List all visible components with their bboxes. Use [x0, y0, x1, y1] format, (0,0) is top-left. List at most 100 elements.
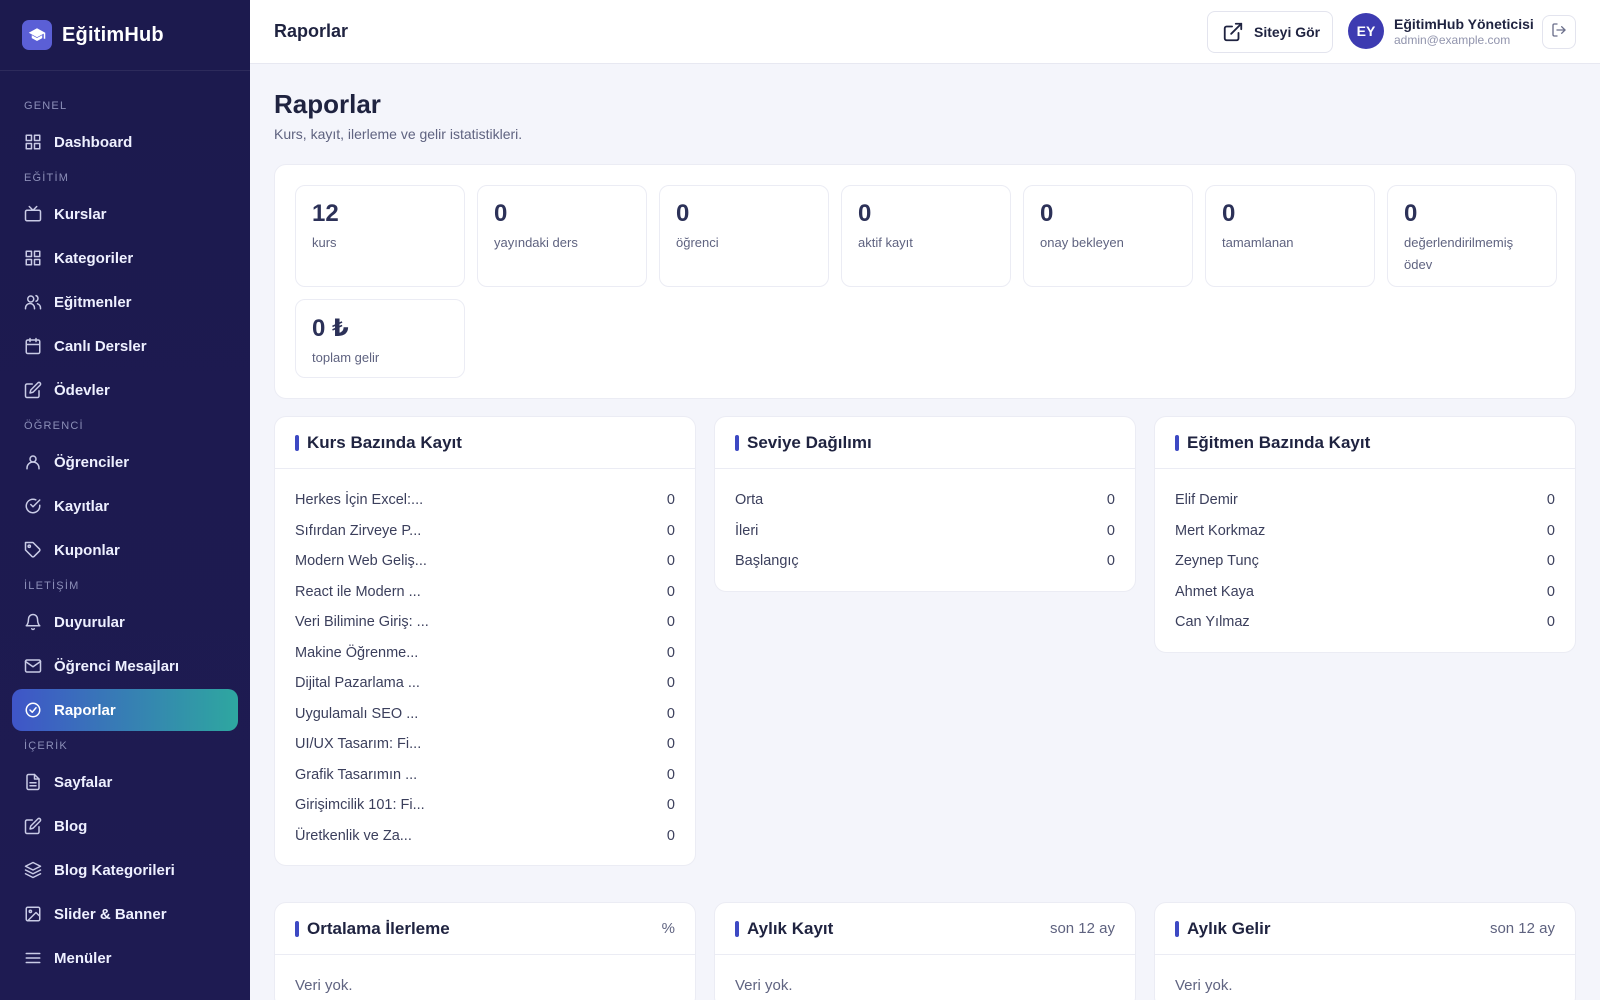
list-item-value: 0: [666, 644, 675, 661]
sidebar-item-sayfalar[interactable]: Sayfalar: [12, 761, 238, 803]
user-name: EğitimHub Yöneticisi: [1394, 16, 1534, 32]
panel-header: Aylık Gelir son 12 ay: [1155, 903, 1575, 955]
sidebar-item-menüler[interactable]: Menüler: [12, 937, 238, 979]
panel-header: Ortalama İlerleme %: [275, 903, 695, 955]
stat-card: 0 onay bekleyen: [1023, 185, 1193, 287]
stat-label: tamamlanan: [1222, 235, 1294, 250]
list-item-name: Modern Web Geliş...: [295, 553, 427, 570]
stat-value: 0 ₺: [312, 315, 349, 342]
sidebar-item-label: Ödevler: [54, 381, 110, 399]
nav-group-label: İLETİŞİM: [24, 580, 80, 592]
list-item-value: 0: [666, 705, 675, 722]
list-item-name: Sıfırdan Zirveye P...: [295, 522, 422, 539]
stat-value: 0: [494, 200, 508, 227]
tv-icon: [24, 205, 42, 223]
sidebar-item-blog-kategorileri[interactable]: Blog Kategorileri: [12, 849, 238, 891]
sidebar-item-blog[interactable]: Blog: [12, 805, 238, 847]
sidebar-item-label: Dashboard: [54, 133, 133, 151]
course-enrollment-panel: Kurs Bazında Kayıt Herkes İçin Excel:...…: [274, 416, 696, 866]
list-item-value: 0: [666, 553, 675, 570]
sidebar-item-kuponlar[interactable]: Kuponlar: [12, 529, 238, 571]
sidebar-item-label: Kayıtlar: [54, 497, 110, 515]
sidebar-item-canlı-dersler[interactable]: Canlı Dersler: [12, 325, 238, 367]
accent-bar: [1175, 434, 1179, 451]
sidebar-item-ödevler[interactable]: Ödevler: [12, 369, 238, 411]
stat-value: 0: [676, 200, 690, 227]
tag-icon: [24, 541, 42, 559]
view-site-button[interactable]: Siteyi Gör: [1207, 11, 1333, 53]
stat-value: 0: [1040, 200, 1054, 227]
sidebar-item-eğitmenler[interactable]: Eğitmenler: [12, 281, 238, 323]
list-item-name: Üretkenlik ve Za...: [295, 827, 412, 844]
list-item: Girişimcilik 101: Fi... 0: [295, 790, 675, 821]
list-item: Can Yılmaz 0: [1175, 607, 1555, 638]
stat-label: yayındaki ders: [494, 235, 578, 250]
instructor-enrollment-panel: Eğitmen Bazında Kayıt Elif Demir 0 Mert Ko…: [1154, 416, 1576, 653]
panel-body: Herkes İçin Excel:... 0 Sıfırdan Zirveye P…: [275, 469, 695, 865]
sidebar-item-dashboard[interactable]: Dashboard: [12, 121, 238, 163]
list-item-value: 0: [666, 827, 675, 844]
stat-card: 0 öğrenci: [659, 185, 829, 287]
sidebar-item-raporlar[interactable]: Raporlar: [12, 689, 238, 731]
panel-header: Eğitmen Bazında Kayıt: [1155, 417, 1575, 469]
list-item-name: Dijital Pazarlama ...: [295, 675, 420, 692]
brand[interactable]: EğitimHub: [0, 0, 250, 71]
sidebar-item-label: Kategoriler: [54, 249, 134, 267]
list-item: İleri 0: [735, 516, 1115, 547]
list-item: Makine Öğrenme... 0: [295, 638, 675, 669]
list-item-name: Ahmet Kaya: [1175, 583, 1254, 600]
user-email: admin@example.com: [1394, 33, 1511, 47]
nav-group-label: EĞİTİM: [24, 172, 70, 184]
sidebar-item-label: Canlı Dersler: [54, 337, 147, 355]
sidebar-item-kurslar[interactable]: Kurslar: [12, 193, 238, 235]
report-row-top: Kurs Bazında Kayıt Herkes İçin Excel:...…: [274, 416, 1576, 866]
list-item-value: 0: [1546, 553, 1555, 570]
page-title: Raporlar: [274, 89, 381, 119]
sidebar-item-label: Blog: [54, 817, 88, 835]
list-item-name: Herkes İçin Excel:...: [295, 492, 424, 509]
list-item: Elif Demir 0: [1175, 485, 1555, 516]
list-item-name: Veri Bilimine Giriş: ...: [295, 614, 429, 631]
page-subtitle: Kurs, kayıt, ilerleme ve gelir istatisti…: [274, 126, 523, 142]
list-item-value: 0: [1106, 553, 1115, 570]
panel-header: Aylık Kayıt son 12 ay: [715, 903, 1135, 955]
avatar[interactable]: EY: [1348, 13, 1384, 49]
logout-button[interactable]: [1542, 15, 1576, 49]
stat-label: onay bekleyen: [1040, 235, 1124, 250]
sidebar-item-duyurular[interactable]: Duyurular: [12, 601, 238, 643]
accent-bar: [295, 920, 299, 937]
mail-icon: [24, 657, 42, 675]
gauge-icon: [24, 701, 42, 719]
stats-grid: 12 kurs 0 yayındaki ders 0 öğrenci 0 aktif kayı…: [295, 185, 1557, 378]
list-item-value: 0: [1106, 492, 1115, 509]
menu-icon: [24, 949, 42, 967]
list-item: Zeynep Tunç 0: [1175, 546, 1555, 577]
list-item-name: Zeynep Tunç: [1175, 553, 1259, 570]
sidebar-item-label: Raporlar: [54, 701, 116, 719]
sidebar-item-label: Eğitmenler: [54, 293, 132, 311]
accent-bar: [1175, 920, 1179, 937]
list-item: Uygulamalı SEO ... 0: [295, 699, 675, 730]
panel-header: Kurs Bazında Kayıt: [275, 417, 695, 469]
panel-title: Ortalama İlerleme: [307, 918, 450, 938]
bell-icon: [24, 613, 42, 631]
sidebar-item-kayıtlar[interactable]: Kayıtlar: [12, 485, 238, 527]
panel-title: Aylık Kayıt: [747, 918, 834, 938]
list-item-name: React ile Modern ...: [295, 583, 421, 600]
monthly-enrollment-panel: Aylık Kayıt son 12 ay Veri yok.: [714, 902, 1136, 1000]
panel-meta: son 12 ay: [1489, 920, 1555, 937]
sidebar-item-öğrenci-mesajları[interactable]: Öğrenci Mesajları: [12, 645, 238, 687]
list-item-value: 0: [666, 522, 675, 539]
list-item-name: İleri: [735, 522, 759, 539]
users-icon: [24, 293, 42, 311]
list-item-name: Uygulamalı SEO ...: [295, 705, 419, 722]
sidebar-item-öğrenciler[interactable]: Öğrenciler: [12, 441, 238, 483]
list-item-value: 0: [666, 583, 675, 600]
list-item-name: Grafik Tasarımın ...: [295, 766, 418, 783]
sidebar-item-slider-banner[interactable]: Slider & Banner: [12, 893, 238, 935]
sidebar-item-label: Kurslar: [54, 205, 107, 223]
stat-card: 12 kurs: [295, 185, 465, 287]
panel-body: Elif Demir 0 Mert Korkmaz 0 Zeynep Tunç 0 Ahme…: [1155, 469, 1575, 652]
sidebar-item-kategoriler[interactable]: Kategoriler: [12, 237, 238, 279]
view-site-label: Siteyi Gör: [1254, 24, 1321, 40]
